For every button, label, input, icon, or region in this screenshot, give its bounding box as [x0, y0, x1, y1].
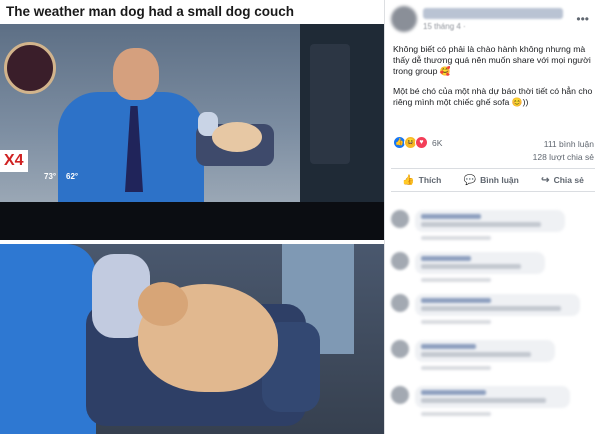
- commenter-avatar: [391, 294, 409, 312]
- closeup-photo[interactable]: [0, 244, 384, 434]
- commenter-avatar: [391, 210, 409, 228]
- post-caption: Không biết có phải là chào hành không nh…: [393, 44, 593, 117]
- comment-bubble: [415, 340, 555, 362]
- reaction-summary[interactable]: 👍 😆 ♥ 6K: [393, 136, 442, 149]
- comment-meta: [421, 412, 491, 416]
- temperature-right: 62°: [66, 172, 79, 181]
- comment-bubble: [415, 294, 580, 316]
- author-name-blurred[interactable]: [423, 8, 563, 19]
- share-count[interactable]: 128 lượt chia sẻ: [533, 151, 594, 164]
- closeup-shirt: [0, 244, 96, 434]
- love-reaction-icon: ♥: [415, 136, 428, 149]
- reaction-count: 6K: [432, 137, 443, 148]
- comment-meta: [421, 236, 491, 240]
- share-label: Chia sẻ: [553, 175, 584, 185]
- action-bar: 👍 Thích 💬 Bình luận ↪ Chia sẻ: [391, 168, 595, 192]
- comment-meta: [421, 366, 491, 370]
- caption-paragraph-1: Không biết có phải là chào hành không nh…: [393, 44, 591, 76]
- facebook-post-panel: 15 tháng 4 · ••• Không biết có phải là c…: [384, 0, 600, 434]
- comment-count[interactable]: 111 bình luận: [533, 138, 594, 151]
- engagement-counts: 111 bình luận 128 lượt chia sẻ: [533, 138, 594, 164]
- commenter-avatar: [391, 252, 409, 270]
- comment-bubble: [415, 252, 545, 274]
- closeup-dog-head: [138, 282, 188, 326]
- author-avatar[interactable]: [391, 6, 417, 32]
- more-icon[interactable]: •••: [576, 12, 589, 26]
- comment-label: Bình luận: [480, 175, 519, 185]
- thumbs-up-icon: 👍: [402, 174, 415, 186]
- tv-screen-photo[interactable]: X4 73° 62°: [0, 24, 384, 240]
- comment-button[interactable]: 💬 Bình luận: [464, 175, 519, 186]
- commenter-avatar: [391, 386, 409, 404]
- channel-badge: X4: [0, 150, 28, 172]
- like-label: Thích: [418, 175, 442, 185]
- photo-post: The weather man dog had a small dog couc…: [0, 0, 384, 434]
- lamp: [310, 44, 350, 164]
- temperature-left: 73°: [44, 172, 57, 181]
- comment-icon: 💬: [463, 174, 477, 186]
- caption-paragraph-2: Một bé chó của một nhà dự báo thời tiết …: [393, 86, 593, 107]
- comment-meta: [421, 320, 491, 324]
- comments-section: [385, 196, 600, 434]
- drum-decoration: [4, 42, 56, 94]
- comment-meta: [421, 278, 491, 282]
- photo-title: The weather man dog had a small dog couc…: [6, 4, 295, 19]
- commenter-avatar: [391, 340, 409, 358]
- comment-bubble: [415, 386, 570, 408]
- small-dog: [212, 122, 262, 152]
- tv-bezel: [0, 202, 384, 240]
- post-timestamp[interactable]: 15 tháng 4 ·: [423, 22, 466, 31]
- post-header: 15 tháng 4 · •••: [391, 6, 595, 34]
- share-icon: ↪: [541, 174, 550, 186]
- comment-bubble: [415, 210, 565, 232]
- share-button[interactable]: ↪ Chia sẻ: [541, 175, 584, 186]
- weatherman-head: [113, 48, 159, 100]
- like-button[interactable]: 👍 Thích: [402, 175, 441, 186]
